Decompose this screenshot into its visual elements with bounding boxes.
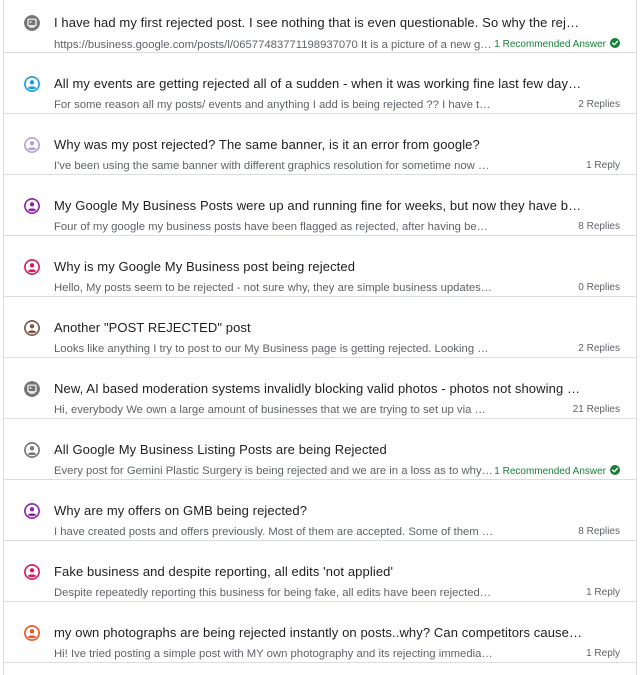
thread-snippet: https://business.google.com/posts/l/0657… [54, 39, 494, 51]
check-circle-icon [610, 38, 620, 48]
thread-row[interactable]: Fake business and despite reporting, all… [4, 541, 636, 602]
meta-label: 1 Reply [586, 648, 620, 659]
meta-label: 21 Replies [572, 404, 620, 415]
user-avatar-icon [24, 442, 40, 458]
user-avatar-icon [24, 564, 40, 580]
meta-label: 8 Replies [578, 526, 620, 537]
reply-count: 2 Replies [578, 99, 620, 111]
user-avatar-icon [24, 503, 40, 519]
thread-row[interactable]: Why was my post rejected? The same banne… [4, 114, 636, 175]
thread-title[interactable]: New, AI based moderation systems invalid… [54, 381, 584, 397]
recommended-answer-badge: 1 Recommended Answer [494, 465, 620, 478]
thread-title[interactable]: All Google My Business Listing Posts are… [54, 442, 584, 458]
meta-label: 1 Recommended Answer [494, 466, 606, 477]
thread-snippet: I have created posts and offers previous… [54, 526, 494, 538]
default-avatar-icon [24, 381, 40, 397]
thread-row[interactable]: Why is my Google My Business post being … [4, 236, 636, 297]
reply-count: 2 Replies [578, 343, 620, 355]
thread-row[interactable]: New, AI based moderation systems invalid… [4, 358, 636, 419]
thread-title[interactable]: Why are my offers on GMB being rejected? [54, 503, 584, 519]
default-avatar-icon [24, 15, 40, 31]
thread-snippet: Hi! Ive tried posting a simple post with… [54, 648, 494, 660]
thread-row[interactable]: Another "POST REJECTED" post Looks like a… [4, 297, 636, 358]
thread-list: I have had my first rejected post. I see… [3, 0, 637, 675]
thread-title[interactable]: Why is my Google My Business post being … [54, 259, 584, 275]
reply-count: 8 Replies [578, 221, 620, 233]
meta-label: 1 Recommended Answer [494, 39, 606, 50]
meta-label: 1 Reply [586, 160, 620, 171]
thread-title[interactable]: Fake business and despite reporting, all… [54, 564, 584, 580]
reply-count: 1 Reply [586, 160, 620, 172]
user-avatar-icon [24, 76, 40, 92]
thread-snippet: Despite repeatedly reporting this busine… [54, 587, 494, 599]
thread-row[interactable]: All Google My Business Listing Posts are… [4, 419, 636, 480]
thread-row[interactable]: I have had my first rejected post. I see… [4, 0, 636, 53]
user-avatar-icon [24, 259, 40, 275]
thread-snippet: I've been using the same banner with dif… [54, 160, 494, 172]
thread-snippet: Every post for Gemini Plastic Surgery is… [54, 465, 494, 477]
thread-row[interactable]: my own photographs are being rejected in… [4, 602, 636, 663]
reply-count: 21 Replies [573, 404, 620, 416]
thread-title[interactable]: Another "POST REJECTED" post [54, 320, 584, 336]
user-avatar-icon [24, 625, 40, 641]
check-circle-icon [610, 465, 620, 475]
recommended-answer-badge: 1 Recommended Answer [494, 38, 620, 51]
thread-snippet: For some reason all my posts/ events and… [54, 99, 494, 111]
user-avatar-icon [24, 198, 40, 214]
thread-row[interactable]: Why are my offers on GMB being rejected?… [4, 480, 636, 541]
meta-label: 1 Reply [586, 587, 620, 598]
user-avatar-icon [24, 320, 40, 336]
meta-label: 0 Replies [578, 282, 620, 293]
thread-snippet: Hello, My posts seem to be rejected - no… [54, 282, 494, 294]
thread-title[interactable]: My Google My Business Posts were up and … [54, 198, 584, 214]
thread-title[interactable]: All my events are getting rejected all o… [54, 76, 584, 92]
thread-snippet: Four of my google my business posts have… [54, 221, 494, 233]
thread-title[interactable]: Why was my post rejected? The same banne… [54, 137, 584, 153]
meta-label: 2 Replies [578, 343, 620, 354]
thread-snippet: Looks like anything I try to post to our… [54, 343, 494, 355]
thread-title[interactable]: I have had my first rejected post. I see… [54, 15, 584, 31]
thread-row[interactable]: All my events are getting rejected all o… [4, 53, 636, 114]
reply-count: 0 Replies [578, 282, 620, 294]
thread-row[interactable]: My Google My Business Posts were up and … [4, 175, 636, 236]
thread-title[interactable]: my own photographs are being rejected in… [54, 625, 584, 641]
meta-label: 2 Replies [578, 99, 620, 110]
reply-count: 1 Reply [586, 648, 620, 660]
thread-snippet: Hi, everybody We own a large amount of b… [54, 404, 494, 416]
reply-count: 1 Reply [586, 587, 620, 599]
meta-label: 8 Replies [578, 221, 620, 232]
user-avatar-icon [24, 137, 40, 153]
reply-count: 8 Replies [578, 526, 620, 538]
